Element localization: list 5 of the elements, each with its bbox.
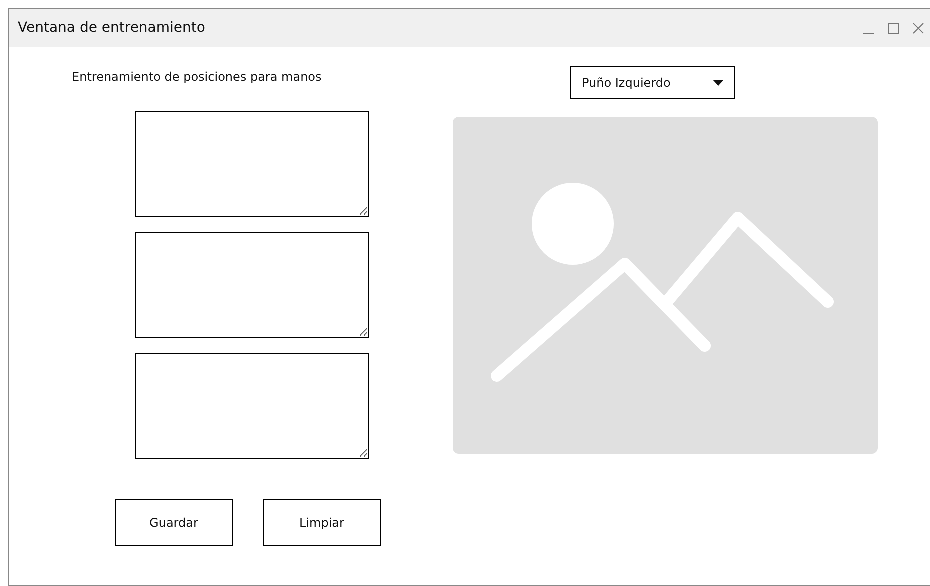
window-title: Ventana de entrenamiento: [18, 20, 206, 36]
heading-label: Entrenamiento de posiciones para manos: [72, 70, 322, 84]
hand-position-dropdown[interactable]: Puño Izquierdo: [570, 66, 735, 99]
action-button[interactable]: Limpiar: [263, 499, 381, 546]
action-button[interactable]: Guardar: [115, 499, 233, 546]
